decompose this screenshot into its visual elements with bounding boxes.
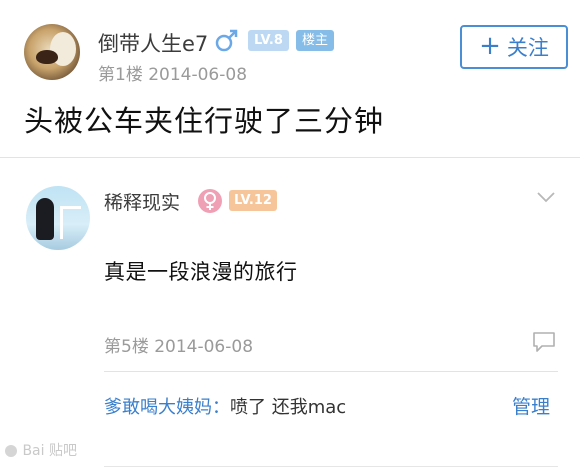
divider [104, 466, 558, 467]
comment-icon[interactable] [532, 331, 556, 353]
divider [0, 157, 580, 158]
floor-and-date: 第1楼 2014-06-08 [98, 65, 248, 85]
post-content: 真是一段浪漫的旅行 [104, 260, 298, 284]
reply-item[interactable]: 爹敢喝大姨妈：喷了 还我mac [104, 393, 346, 419]
level-badge: LV.8 [248, 30, 289, 51]
level-badge: LV.12 [229, 190, 277, 211]
post-username[interactable]: 倒带人生e7 [98, 28, 208, 58]
manage-button[interactable]: 管理 [512, 392, 550, 419]
female-icon [198, 189, 222, 213]
divider [104, 371, 558, 372]
reply-username[interactable]: 爹敢喝大姨妈 [104, 397, 212, 418]
thread-owner-badge: 楼主 [296, 30, 335, 51]
avatar-nose [36, 50, 58, 64]
male-icon [215, 29, 238, 52]
baidu-tieba-watermark: Bai 贴吧 [4, 440, 77, 460]
post-content: 头被公车夹住行驶了三分钟 [24, 104, 385, 138]
follow-label: 关注 [506, 36, 549, 60]
reply-text: 喷了 还我mac [230, 397, 347, 418]
paw-icon [5, 445, 17, 457]
avatar[interactable] [26, 186, 90, 250]
follow-button[interactable]: + 关注 [460, 25, 568, 69]
chevron-down-icon[interactable] [536, 190, 556, 204]
watermark-text: Bai 贴吧 [22, 443, 77, 459]
avatar-figure [36, 198, 54, 240]
avatar-stand [60, 206, 81, 239]
post-username[interactable]: 稀释现实 [104, 188, 180, 215]
floor-and-date: 第5楼 2014-06-08 [104, 337, 254, 357]
avatar[interactable] [24, 24, 80, 80]
reply-separator: ： [212, 397, 230, 418]
plus-icon: + [479, 30, 501, 61]
